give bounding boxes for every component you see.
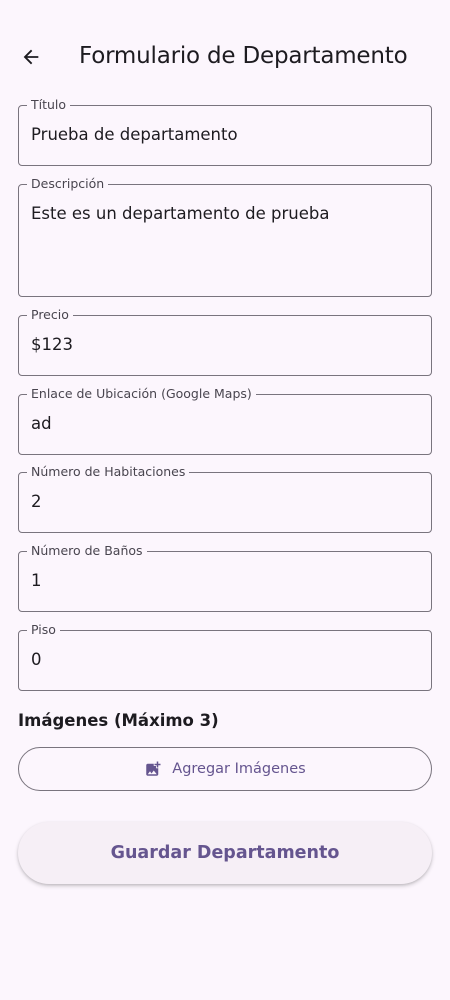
habitaciones-label: Número de Habitaciones (27, 464, 190, 480)
ubicacion-label: Enlace de Ubicación (Google Maps) (27, 386, 256, 402)
add-images-button[interactable]: Agregar Imágenes (18, 747, 432, 791)
piso-label: Piso (27, 622, 60, 638)
save-department-button[interactable]: Guardar Departamento (18, 822, 432, 884)
habitaciones-value: 2 (31, 492, 42, 511)
arrow-back-icon (23, 49, 39, 65)
precio-value: $123 (31, 335, 73, 354)
ubicacion-field[interactable]: Enlace de Ubicación (Google Maps) ad (18, 386, 432, 455)
add-photo-icon (146, 761, 161, 776)
piso-value: 0 (31, 650, 42, 669)
titulo-value: Prueba de departamento (31, 125, 238, 144)
precio-label: Precio (27, 307, 73, 323)
descripcion-value: Este es un departamento de prueba (31, 204, 330, 223)
page-title: Formulario de Departamento (79, 43, 408, 69)
piso-field[interactable]: Piso 0 (18, 622, 432, 691)
precio-field[interactable]: Precio $123 (18, 307, 432, 376)
add-images-label: Agregar Imágenes (172, 761, 306, 777)
app-bar: Formulario de Departamento (0, 0, 450, 112)
descripcion-field[interactable]: Descripción Este es un departamento de p… (18, 176, 432, 297)
titulo-field[interactable]: Título Prueba de departamento (18, 97, 432, 166)
ubicacion-value: ad (31, 414, 52, 433)
save-department-label: Guardar Departamento (110, 843, 340, 863)
back-button[interactable] (14, 40, 48, 74)
images-section-title: Imágenes (Máximo 3) (18, 711, 219, 730)
banos-field[interactable]: Número de Baños 1 (18, 543, 432, 612)
habitaciones-field[interactable]: Número de Habitaciones 2 (18, 464, 432, 533)
banos-value: 1 (31, 571, 42, 590)
descripcion-label: Descripción (27, 176, 109, 192)
banos-label: Número de Baños (27, 543, 147, 559)
titulo-label: Título (27, 97, 71, 113)
